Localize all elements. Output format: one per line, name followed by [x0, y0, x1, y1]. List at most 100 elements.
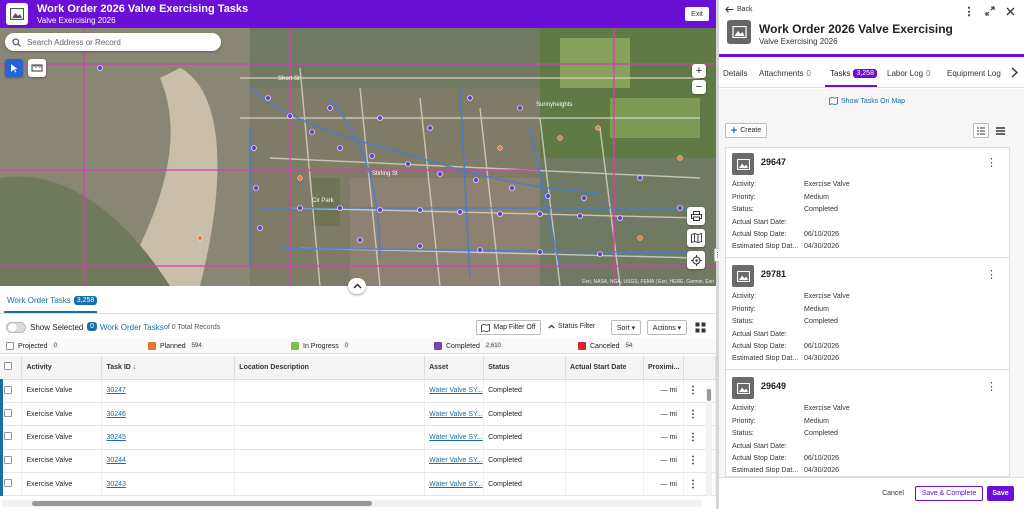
cell-location [234, 402, 426, 427]
measure-tool-button[interactable] [28, 59, 46, 77]
sort-button[interactable]: Sort ▾ [611, 320, 641, 335]
status-count: 0 [51, 343, 59, 349]
task-id-link[interactable]: 30247 [106, 387, 125, 394]
tab-labor-log[interactable]: Labor Log 0 [887, 69, 930, 78]
zoom-out-button[interactable]: − [692, 80, 706, 94]
card-view-button[interactable] [973, 123, 989, 138]
task-card[interactable]: 29781 ⋮ Activity: Exercise Valve Priority… [726, 260, 1009, 370]
crosshair-icon [690, 254, 702, 266]
row-checkbox[interactable] [4, 432, 12, 441]
tab-attachments[interactable]: Attachments 0 [759, 69, 811, 78]
col-asset[interactable]: Asset [424, 356, 485, 380]
status-projected[interactable]: Projected 0 [6, 342, 59, 350]
asset-link[interactable]: Water Valve SY... [429, 434, 482, 441]
status-checkbox[interactable] [148, 342, 156, 350]
image-icon [732, 377, 754, 399]
search-input[interactable] [27, 37, 207, 47]
map-view[interactable]: Short St Sunnyheights Stirling St Cir Pa… [0, 28, 716, 286]
tab-label: Tasks [830, 69, 851, 78]
sort-label: Sort ▾ [616, 324, 636, 332]
save-button[interactable]: Save [987, 486, 1014, 501]
map-filter-button[interactable]: Map Filter Off [476, 320, 541, 335]
status-filter-label: Status Filter [558, 323, 596, 330]
locate-button[interactable] [687, 251, 705, 269]
map-filter-label: Map Filter Off [493, 324, 536, 331]
table-row[interactable]: Exercise Valve 30243 Water Valve SY... C… [0, 472, 717, 497]
expand-icon[interactable] [984, 5, 996, 17]
list-view-button[interactable] [992, 123, 1008, 138]
status-canceled[interactable]: Canceled 54 [578, 342, 635, 350]
address-search[interactable] [5, 33, 221, 51]
select-tool-button[interactable] [5, 59, 23, 77]
grid-icon [695, 322, 706, 333]
asset-link[interactable]: Water Valve SY... [429, 387, 482, 394]
tab-work-order-tasks[interactable]: Work Order Tasks 3,258 [7, 296, 98, 305]
task-id-link[interactable]: 30244 [106, 457, 125, 464]
status-filter-button[interactable]: Status Filter [548, 323, 595, 330]
status-in-progress[interactable]: In Progress 0 [291, 342, 351, 350]
scroll-thumb[interactable] [32, 501, 372, 506]
status-planned[interactable]: Planned 594 [148, 342, 204, 350]
status-checkbox[interactable] [434, 342, 442, 350]
col-status[interactable]: Status [483, 356, 567, 380]
col-location[interactable]: Location Description [234, 356, 426, 380]
select-all-cell[interactable] [0, 356, 23, 380]
task-id-link[interactable]: 30243 [106, 481, 125, 488]
status-completed[interactable]: Completed 2,610 [434, 342, 503, 350]
col-proximity[interactable]: Proximi... [643, 356, 684, 380]
table-row[interactable]: Exercise Valve 30246 Water Valve SY... C… [0, 402, 717, 427]
row-checkbox[interactable] [4, 479, 12, 488]
status-checkbox[interactable] [291, 342, 299, 350]
collapse-map-button[interactable] [348, 278, 366, 294]
row-checkbox[interactable] [4, 409, 12, 418]
more-options-icon[interactable]: ⋮ [986, 268, 997, 281]
close-icon[interactable] [1004, 5, 1016, 17]
show-map-label: Show Tasks On Map [841, 97, 906, 105]
table-row[interactable]: Exercise Valve 30244 Water Valve SY... C… [0, 449, 717, 474]
task-card[interactable]: 29649 ⋮ Activity: Exercise Valve Priority… [726, 372, 1009, 476]
chevron-up-icon [353, 283, 361, 289]
col-activity[interactable]: Activity [21, 356, 103, 380]
tab-tasks[interactable]: Tasks 3,258 [830, 69, 877, 78]
more-options-icon[interactable]: ⋮ [963, 5, 975, 18]
cell-activity: Exercise Valve [21, 449, 103, 474]
task-id-link[interactable]: 30245 [106, 434, 125, 441]
save-complete-button[interactable]: Save & Complete [915, 486, 983, 501]
grid-view-toggle[interactable] [695, 322, 706, 333]
create-button[interactable]: + Create [725, 123, 767, 138]
status-checkbox[interactable] [578, 342, 586, 350]
actions-button[interactable]: Actions ▾ [647, 320, 687, 335]
show-tasks-on-map-link[interactable]: Show Tasks On Map [829, 97, 905, 105]
cell-location [234, 472, 426, 497]
tab-details[interactable]: Details [723, 69, 747, 78]
tab-equipment-log[interactable]: Equipment Log [947, 69, 1001, 78]
basemap-button[interactable] [687, 229, 705, 247]
zoom-in-button[interactable]: + [692, 64, 706, 78]
row-checkbox[interactable] [4, 455, 12, 464]
table-row[interactable]: Exercise Valve 30247 Water Valve SY... C… [0, 379, 717, 403]
show-selected-toggle[interactable] [6, 322, 26, 333]
vertical-scrollbar[interactable] [706, 386, 712, 496]
col-task-id[interactable]: Task ID ↓ [101, 356, 236, 380]
print-button[interactable] [687, 207, 705, 225]
more-options-icon[interactable]: ⋮ [986, 156, 997, 169]
asset-link[interactable]: Water Valve SY... [429, 457, 482, 464]
table-row[interactable]: Exercise Valve 30245 Water Valve SY... C… [0, 425, 717, 450]
select-all-checkbox[interactable] [4, 362, 12, 371]
col-start-date[interactable]: Actual Start Date [565, 356, 644, 380]
chevron-right-icon[interactable] [1011, 67, 1019, 80]
more-options-icon[interactable]: ⋮ [986, 380, 997, 393]
row-checkbox[interactable] [4, 385, 12, 394]
horizontal-scrollbar[interactable] [2, 500, 702, 507]
scroll-thumb[interactable] [707, 389, 711, 401]
tiles-icon [977, 127, 985, 134]
panel-tabs: Details Attachments 0 Tasks 3,258 Labor Lo… [719, 58, 1024, 88]
asset-link[interactable]: Water Valve SY... [429, 481, 482, 488]
status-checkbox[interactable] [6, 342, 14, 350]
cancel-button[interactable]: Cancel [875, 486, 911, 501]
asset-link[interactable]: Water Valve SY... [429, 411, 482, 418]
task-card[interactable]: 29647 ⋮ Activity: Exercise Valve Priority… [726, 148, 1009, 258]
back-button[interactable]: Back [725, 6, 753, 13]
exit-button[interactable]: Exit [685, 7, 709, 21]
task-id-link[interactable]: 30246 [106, 411, 125, 418]
